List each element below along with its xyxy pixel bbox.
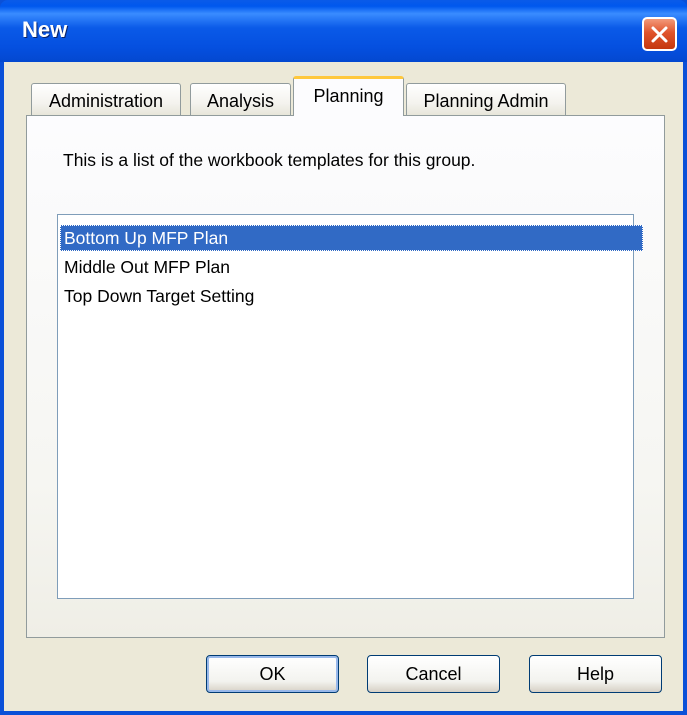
tab-planning[interactable]: Planning <box>293 76 404 116</box>
list-item-middle-out-mfp-plan[interactable]: Middle Out MFP Plan <box>60 254 643 280</box>
template-list[interactable]: Bottom Up MFP Plan Middle Out MFP Plan T… <box>57 214 643 599</box>
close-icon <box>651 26 668 43</box>
list-item-top-down-target-setting[interactable]: Top Down Target Setting <box>60 283 643 309</box>
tab-label: Planning <box>313 86 384 106</box>
panel-description: This is a list of the workbook templates… <box>63 150 476 170</box>
tab-label: Analysis <box>206 91 275 111</box>
tab-label: Planning Admin <box>423 91 549 111</box>
tab-administration[interactable]: Administration <box>31 83 181 116</box>
tab-panel-planning: This is a list of the workbook templates… <box>26 115 665 638</box>
dialog-body: Administration Analysis Planning Plannin… <box>4 62 683 711</box>
cancel-button[interactable]: Cancel <box>367 655 500 693</box>
tab-analysis[interactable]: Analysis <box>190 83 291 116</box>
dialog-title: New <box>22 17 68 42</box>
close-button[interactable] <box>642 17 677 51</box>
title-bar[interactable]: New <box>0 0 687 62</box>
list-item-bottom-up-mfp-plan[interactable]: Bottom Up MFP Plan <box>60 225 643 251</box>
tab-label: Administration <box>48 91 164 111</box>
new-dialog: New Administration Analysis Planning Pla… <box>0 0 687 715</box>
ok-button[interactable]: OK <box>206 655 339 693</box>
help-button[interactable]: Help <box>529 655 662 693</box>
tab-planning-admin[interactable]: Planning Admin <box>406 83 566 116</box>
